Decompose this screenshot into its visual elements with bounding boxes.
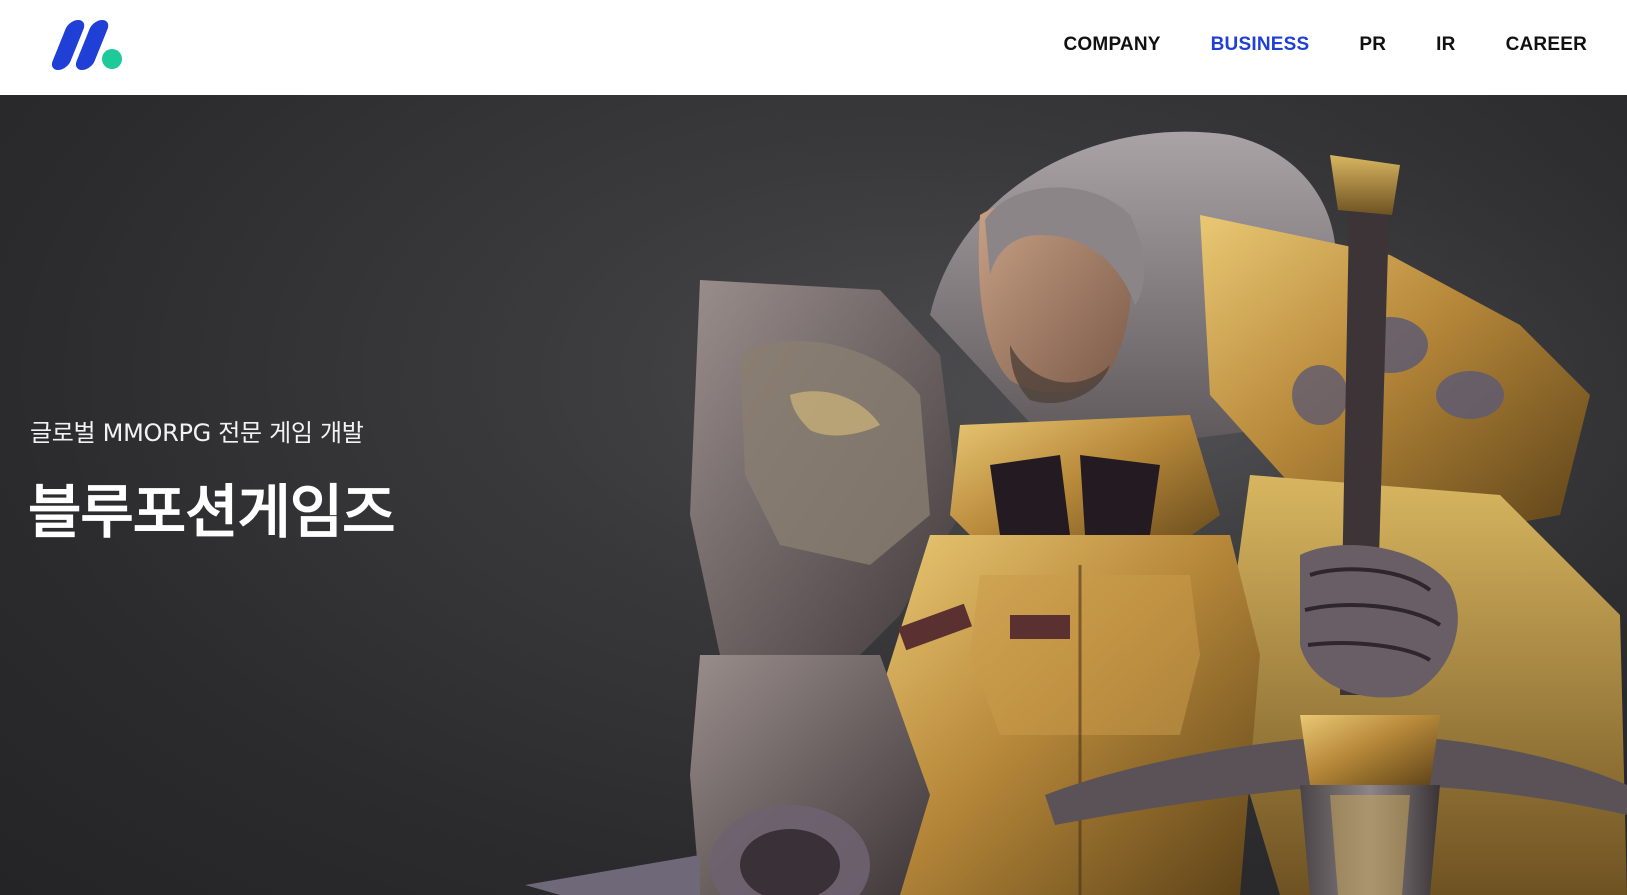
hero-banner: 글로벌 MMORPG 전문 게임 개발 블루포션게임즈 (0, 95, 1627, 895)
main-nav: COMPANY BUSINESS PR IR CAREER (1014, 0, 1587, 90)
m-logo-icon (51, 20, 122, 70)
hero-subtitle: 글로벌 MMORPG 전문 게임 개발 (30, 419, 364, 447)
company-logo[interactable] (48, 18, 128, 72)
nav-business[interactable]: BUSINESS (1211, 34, 1310, 56)
nav-company[interactable]: COMPANY (1064, 34, 1161, 56)
nav-pr[interactable]: PR (1359, 34, 1386, 56)
nav-career[interactable]: CAREER (1506, 34, 1587, 56)
hero-title: 블루포션게임즈 (28, 478, 396, 546)
site-header: COMPANY BUSINESS PR IR CAREER (0, 0, 1627, 95)
nav-ir[interactable]: IR (1436, 34, 1455, 56)
